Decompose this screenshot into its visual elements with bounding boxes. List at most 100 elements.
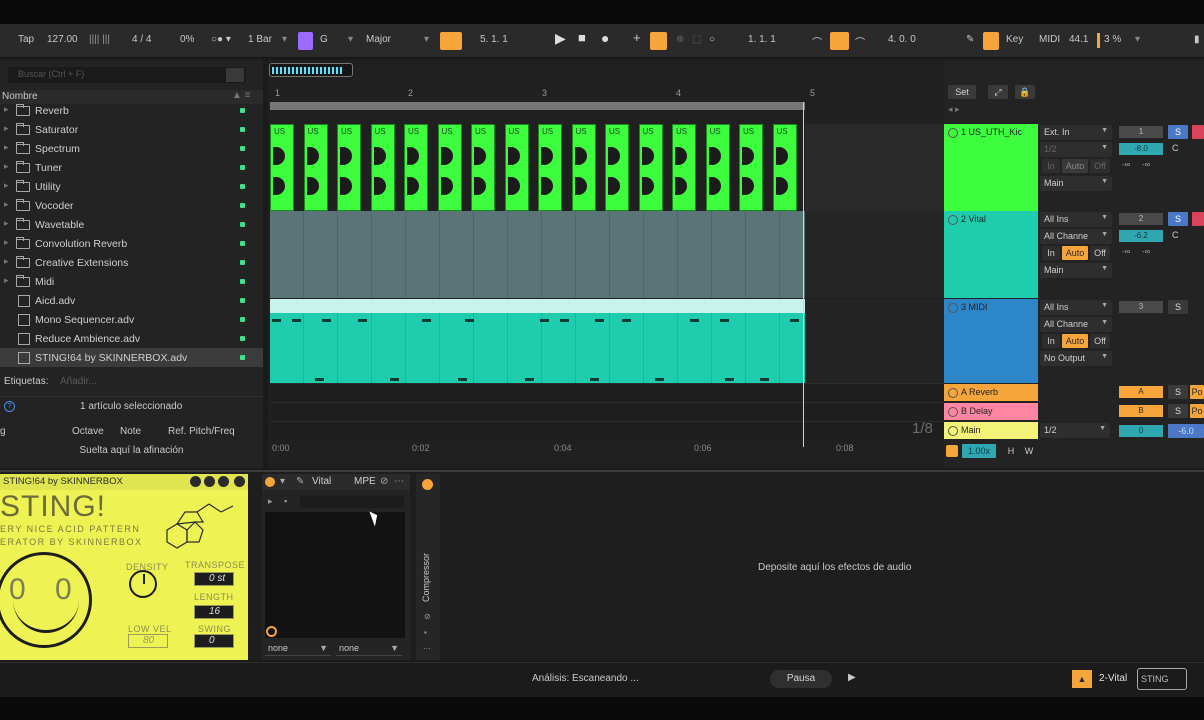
kick-clip[interactable]: US	[538, 124, 562, 211]
vital-header[interactable]: ▾ ✎ Vital MPE ⊘ ⋯	[262, 474, 410, 490]
midi-note[interactable]	[465, 319, 474, 322]
loop-end-marker[interactable]	[803, 102, 804, 447]
mpe-toggle[interactable]: MPE	[354, 476, 376, 487]
overview-icon[interactable]: ▮	[1194, 34, 1200, 45]
midi-note[interactable]	[272, 319, 281, 322]
solo-button[interactable]: S	[1168, 212, 1188, 226]
link-icon[interactable]: ⊘	[380, 476, 388, 487]
loop-length[interactable]: 4. 0. 0	[888, 34, 916, 45]
midi-note[interactable]	[725, 378, 734, 381]
midi-note[interactable]	[390, 378, 399, 381]
lock-icon[interactable]: 🔒	[1015, 85, 1035, 99]
midi-clip[interactable]	[270, 299, 805, 383]
input-type-select[interactable]: Ext. In ▼	[1040, 125, 1112, 140]
output-select[interactable]: No Output ▼	[1040, 351, 1112, 366]
midi-clip-header[interactable]	[270, 299, 805, 313]
kick-clip[interactable]: US	[739, 124, 763, 211]
kick-clip[interactable]: US	[672, 124, 696, 211]
preview-indicator[interactable]	[240, 108, 245, 113]
solo-button[interactable]: S	[1168, 385, 1188, 399]
track-header-2[interactable]: 2 Vital	[944, 211, 1038, 298]
monitor-off-button[interactable]: Off	[1090, 334, 1110, 348]
post-button[interactable]: Po	[1190, 404, 1204, 418]
browser-item[interactable]: ▸ Vocoder	[0, 196, 263, 215]
solo-button[interactable]: S	[1168, 125, 1188, 139]
send-b-value[interactable]: -∞	[1142, 160, 1150, 169]
send-b-value[interactable]: -∞	[1142, 247, 1150, 256]
track-number[interactable]: 1	[1119, 126, 1163, 138]
preview-indicator[interactable]	[240, 203, 245, 208]
arm-button[interactable]	[1192, 125, 1204, 139]
play-icon[interactable]: ▶	[555, 30, 566, 47]
preview-indicator[interactable]	[240, 146, 245, 151]
compressor-more-icon[interactable]: ⋯	[423, 644, 431, 653]
preview-indicator[interactable]	[240, 127, 245, 132]
track-number[interactable]: 3	[1119, 301, 1163, 313]
low-vel-field[interactable]: 80	[128, 634, 168, 648]
sting-hotswap-icon[interactable]	[190, 476, 201, 487]
compressor-device[interactable]: Compressor ⊘ ▪ ⋯	[416, 474, 440, 660]
height-button[interactable]: H	[1004, 444, 1018, 458]
midi-note[interactable]	[540, 319, 549, 322]
preview-indicator[interactable]	[240, 298, 245, 303]
expand-chevron-icon[interactable]: ▸	[4, 218, 9, 229]
preview-indicator[interactable]	[240, 222, 245, 227]
volume-field[interactable]: -6.2	[1119, 230, 1163, 242]
loop-button[interactable]	[830, 32, 849, 50]
sort-icon[interactable]: ▲ ≡	[232, 90, 251, 101]
preview-indicator[interactable]	[240, 241, 245, 246]
expand-chevron-icon[interactable]: ▸	[4, 123, 9, 134]
overdub-icon[interactable]: +	[633, 30, 641, 45]
browser-item[interactable]: Aicd.adv	[0, 291, 263, 310]
return-letter-b[interactable]: B	[1119, 405, 1163, 417]
browser-item[interactable]: ▸ Spectrum	[0, 139, 263, 158]
input-type-select[interactable]: All Ins ▼	[1040, 212, 1112, 227]
key-map-button[interactable]: Key	[1006, 34, 1023, 45]
transpose-field[interactable]: 0 st	[194, 572, 234, 586]
set-button[interactable]: Set	[948, 85, 976, 99]
track-header-3[interactable]: 3 MIDI	[944, 299, 1038, 383]
search-filter-icon[interactable]	[226, 68, 244, 82]
width-button[interactable]: W	[1022, 444, 1036, 458]
browser-item[interactable]: ▸ Wavetable	[0, 215, 263, 234]
preview-indicator[interactable]	[240, 260, 245, 265]
metro-icon[interactable]: |||| |||	[89, 34, 110, 45]
main-track[interactable]: Main	[944, 422, 1038, 439]
kick-clip[interactable]: US	[504, 124, 529, 211]
kick-clip[interactable]: US	[303, 124, 328, 211]
time-ruler[interactable]: 0:00 0:02 0:04 0:06 0:08	[270, 440, 944, 458]
compressor-link-icon[interactable]: ⊘	[424, 612, 431, 621]
scale-toggle-button[interactable]	[298, 32, 313, 50]
loop-brace[interactable]	[270, 102, 805, 110]
midi-map-button[interactable]: MIDI	[1039, 34, 1060, 45]
loop-start[interactable]: 1. 1. 1	[748, 34, 776, 45]
midi-note[interactable]	[525, 378, 534, 381]
midi-note[interactable]	[622, 319, 631, 322]
midi-note[interactable]	[292, 319, 301, 322]
kick-clip[interactable]: US	[270, 124, 294, 211]
vital-select-b[interactable]: none ▼	[336, 642, 402, 656]
kick-clip[interactable]: US	[404, 124, 428, 211]
track-activator-icon[interactable]	[948, 387, 958, 398]
length-field[interactable]: 16	[194, 605, 234, 619]
monitor-auto-button[interactable]: Auto	[1062, 334, 1088, 348]
browser-item[interactable]: STING!64 by SKINNERBOX.adv	[0, 348, 263, 367]
track-activator-icon[interactable]	[948, 302, 958, 313]
monitor-off-button[interactable]: Off	[1090, 246, 1110, 260]
kick-clip[interactable]: US	[705, 124, 730, 211]
stop-icon[interactable]: ■	[578, 30, 586, 45]
midi-note[interactable]	[590, 378, 599, 381]
return-lane-a[interactable]	[270, 383, 944, 402]
track-header-1[interactable]: 1 US_UTH_Kic	[944, 124, 1038, 211]
midi-note[interactable]	[790, 319, 799, 322]
monitor-in-button[interactable]: In	[1042, 159, 1060, 173]
vital-clip[interactable]	[270, 211, 805, 298]
main-output-select[interactable]: 1/2 ▼	[1040, 423, 1110, 438]
preview-indicator[interactable]	[240, 184, 245, 189]
expand-chevron-icon[interactable]: ▸	[4, 161, 9, 172]
tuner-drop-zone[interactable]: Suelta aquí la afinación	[0, 445, 263, 456]
browser-item[interactable]: ▸ Creative Extensions	[0, 253, 263, 272]
key-root-select[interactable]: G	[320, 34, 328, 45]
device-on-icon[interactable]	[265, 477, 275, 487]
kick-clip[interactable]: US	[437, 124, 462, 211]
